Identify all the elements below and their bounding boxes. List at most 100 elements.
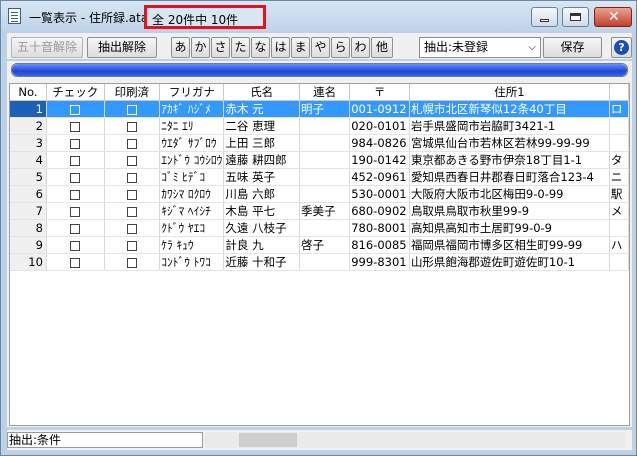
progress-fill bbox=[12, 64, 627, 76]
checkbox[interactable] bbox=[126, 104, 137, 115]
kana-button[interactable]: ま bbox=[291, 37, 310, 58]
printed-cell[interactable] bbox=[104, 117, 161, 135]
table-row[interactable]: 10 ｺﾝﾄﾞｳ ﾄﾜｺ 近藤 十和子 999-8301 山形県飽海郡遊佐町遊佐町10-… bbox=[10, 253, 629, 271]
kana-button[interactable]: は bbox=[271, 37, 290, 58]
title-bar[interactable]: 一覧表示 - 住所録.ata 全 20件中 10件 ✕ bbox=[1, 1, 636, 31]
scrollbar-thumb[interactable] bbox=[238, 433, 298, 447]
close-button[interactable]: ✕ bbox=[594, 7, 632, 27]
row-number: 10 bbox=[10, 253, 47, 271]
checkbox[interactable] bbox=[70, 223, 81, 234]
check-cell[interactable] bbox=[46, 202, 105, 220]
renmei-cell bbox=[299, 253, 351, 271]
column-header[interactable]: 〒 bbox=[349, 84, 410, 101]
kana-button[interactable]: や bbox=[311, 37, 330, 58]
kana-button[interactable]: ら bbox=[331, 37, 350, 58]
printed-cell[interactable] bbox=[104, 253, 161, 271]
table-row[interactable]: 1 ｱｶｷﾞ ﾊｼﾞﾒ 赤木 元明子 001-0912 札幌市北区新琴似12条40丁目ロ bbox=[10, 100, 629, 118]
printed-cell[interactable] bbox=[104, 134, 161, 152]
kana-button[interactable]: た bbox=[231, 37, 250, 58]
help-button[interactable]: ? bbox=[611, 37, 632, 58]
renmei-cell bbox=[299, 185, 351, 203]
check-cell[interactable] bbox=[46, 151, 105, 169]
row-number: 9 bbox=[10, 236, 47, 254]
table-row[interactable]: 6 ｶﾜｼﾏ ﾛｸﾛｳ 川島 六郎 530-0001 大阪府大阪市北区梅田9-0-99 駅 bbox=[10, 185, 629, 203]
kana-button[interactable]: な bbox=[251, 37, 270, 58]
kana-button[interactable]: わ bbox=[351, 37, 370, 58]
check-cell[interactable] bbox=[46, 236, 105, 254]
name-cell: 川島 六郎 bbox=[223, 185, 300, 203]
check-cell[interactable] bbox=[46, 219, 105, 237]
checkbox[interactable] bbox=[126, 121, 137, 132]
checkbox[interactable] bbox=[70, 189, 81, 200]
table-row[interactable]: 4 ｴﾝﾄﾞｳ ｺｳｼﾛｳ 遠藤 耕四郎 190-0142 東京都あきる野市伊奈18丁目… bbox=[10, 151, 629, 169]
extra-cell: ハ bbox=[609, 236, 629, 254]
checkbox[interactable] bbox=[126, 172, 137, 183]
table-row[interactable]: 8 ｸﾄﾞｳ ﾔｴｺ 久遠 八枝子 780-8001 高知県高知市土居町99-0-9 bbox=[10, 219, 629, 237]
printed-cell[interactable] bbox=[104, 185, 161, 203]
checkbox[interactable] bbox=[126, 155, 137, 166]
check-cell[interactable] bbox=[46, 100, 105, 118]
checkbox[interactable] bbox=[126, 138, 137, 149]
name-cell: 久遠 八枝子 bbox=[223, 219, 300, 237]
kana-button[interactable]: さ bbox=[211, 37, 230, 58]
column-header[interactable]: チェック bbox=[46, 84, 105, 101]
checkbox[interactable] bbox=[70, 206, 81, 217]
table-body: 1 ｱｶｷﾞ ﾊｼﾞﾒ 赤木 元明子 001-0912 札幌市北区新琴似12条40丁目ロ… bbox=[10, 100, 629, 271]
checkbox[interactable] bbox=[126, 257, 137, 268]
table-row[interactable]: 7 ｷｼﾞﾏ ﾍｲｼﾁ 木島 平七 季美子 680-0902 鳥取県鳥取市秋里99-9 メ bbox=[10, 202, 629, 220]
address-cell: 大阪府大阪市北区梅田9-0-99 bbox=[409, 185, 610, 203]
checkbox[interactable] bbox=[126, 189, 137, 200]
printed-cell[interactable] bbox=[104, 219, 161, 237]
zip-cell: 530-0001 bbox=[349, 185, 410, 203]
kana-button[interactable]: あ bbox=[171, 37, 190, 58]
table-row[interactable]: 3 ｳｴﾀﾞ ｻﾌﾞﾛｳ 上田 三郎 984-0826 宮城県仙台市若林区若林99-99… bbox=[10, 134, 629, 152]
filter-select[interactable]: 抽出:未登録 ⌵ bbox=[419, 37, 541, 58]
printed-cell[interactable] bbox=[104, 100, 161, 118]
name-cell: 近藤 十和子 bbox=[223, 253, 300, 271]
printed-cell[interactable] bbox=[104, 168, 161, 186]
row-number: 6 bbox=[10, 185, 47, 203]
furigana-cell: ｹﾗ ｷｭｳ bbox=[159, 236, 225, 254]
check-cell[interactable] bbox=[46, 168, 105, 186]
checkbox[interactable] bbox=[70, 257, 81, 268]
table-row[interactable]: 5 ｺﾞﾐ ﾋﾃﾞｺ 五味 英子 452-0961 愛知県西春日井郡春日町落合123-4… bbox=[10, 168, 629, 186]
renmei-cell bbox=[299, 117, 351, 135]
minimize-button[interactable] bbox=[531, 7, 558, 27]
checkbox[interactable] bbox=[70, 121, 81, 132]
kana-reset-button[interactable]: 五十音解除 bbox=[11, 37, 83, 58]
table-row[interactable]: 9 ｹﾗ ｷｭｳ 計良 九啓子 816-0085 福岡県福岡市博多区相生町99-99 ハ bbox=[10, 236, 629, 254]
row-number: 8 bbox=[10, 219, 47, 237]
checkbox[interactable] bbox=[70, 240, 81, 251]
column-header[interactable]: 氏名 bbox=[223, 84, 300, 101]
maximize-button[interactable] bbox=[562, 7, 589, 27]
check-cell[interactable] bbox=[46, 253, 105, 271]
checkbox[interactable] bbox=[70, 172, 81, 183]
extract-reset-button[interactable]: 抽出解除 bbox=[87, 37, 157, 58]
column-header[interactable] bbox=[609, 84, 629, 101]
checkbox[interactable] bbox=[126, 240, 137, 251]
check-cell[interactable] bbox=[46, 185, 105, 203]
column-header[interactable]: 連名 bbox=[299, 84, 351, 101]
column-header[interactable]: フリガナ bbox=[159, 84, 225, 101]
kana-button[interactable]: 他 bbox=[371, 37, 393, 58]
address-cell: 岩手県盛岡市岩脇町3421-1 bbox=[409, 117, 610, 135]
horizontal-scrollbar[interactable] bbox=[205, 432, 625, 448]
check-cell[interactable] bbox=[46, 117, 105, 135]
table-row[interactable]: 2 ﾆﾀﾆ ｴﾘ 二谷 恵理 020-0101 岩手県盛岡市岩脇町3421-1 bbox=[10, 117, 629, 135]
column-header[interactable]: No. bbox=[10, 84, 47, 101]
printed-cell[interactable] bbox=[104, 236, 161, 254]
checkbox[interactable] bbox=[70, 138, 81, 149]
kana-button[interactable]: か bbox=[191, 37, 210, 58]
column-header[interactable]: 印刷済 bbox=[104, 84, 161, 101]
address-grid[interactable]: No. チェック 印刷済 フリガナ 氏名 連名〒住所1 1 ｱｶｷﾞ ﾊｼﾞﾒ 赤木 元明子 0… bbox=[9, 83, 630, 426]
printed-cell[interactable] bbox=[104, 202, 161, 220]
checkbox[interactable] bbox=[126, 223, 137, 234]
furigana-cell: ｴﾝﾄﾞｳ ｺｳｼﾛｳ bbox=[159, 151, 225, 169]
save-button[interactable]: 保存 bbox=[543, 37, 602, 58]
checkbox[interactable] bbox=[126, 206, 137, 217]
printed-cell[interactable] bbox=[104, 151, 161, 169]
checkbox[interactable] bbox=[70, 155, 81, 166]
column-header[interactable]: 住所1 bbox=[409, 84, 610, 101]
check-cell[interactable] bbox=[46, 134, 105, 152]
checkbox[interactable] bbox=[70, 104, 81, 115]
